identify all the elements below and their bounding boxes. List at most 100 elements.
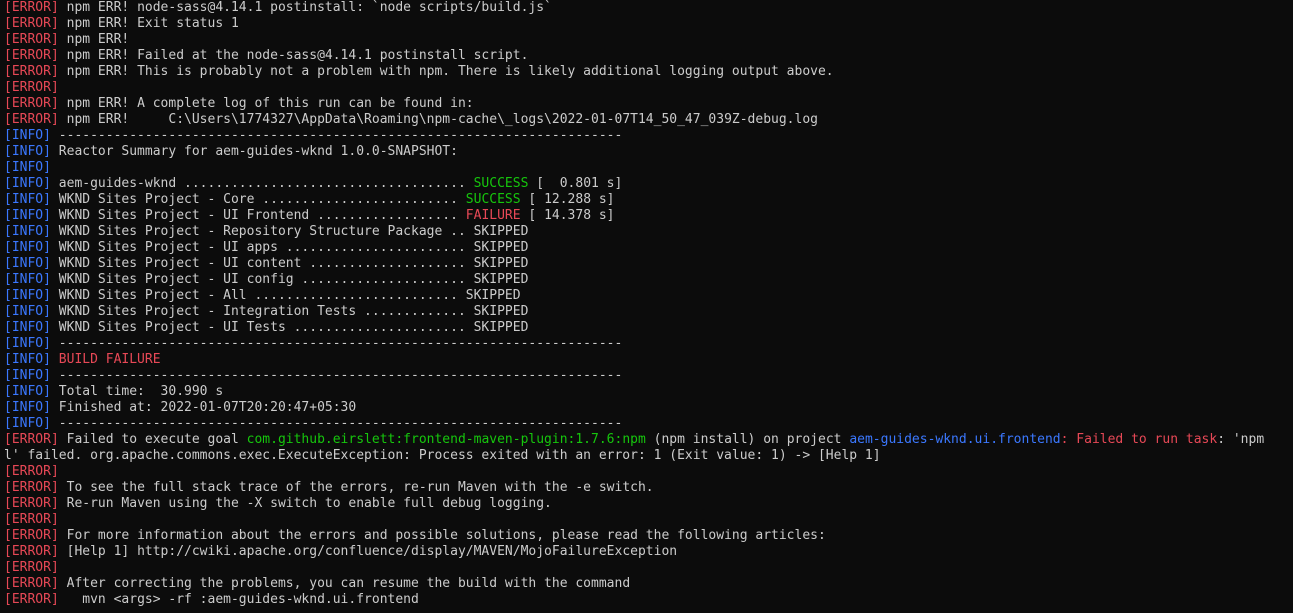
terminal-line: [ERROR] Re-run Maven using the -X switch… xyxy=(4,496,1293,512)
terminal-line: [INFO] WKND Sites Project - Repository S… xyxy=(4,224,1293,240)
terminal-line: [ERROR] To see the full stack trace of t… xyxy=(4,480,1293,496)
log-level-tag: [INFO] xyxy=(4,336,51,351)
terminal-line: [INFO] ---------------------------------… xyxy=(4,368,1293,384)
log-level-tag: [ERROR] xyxy=(4,496,59,511)
line-text: npm ERR! A complete log of this run can … xyxy=(58,96,474,111)
terminal-line: [ERROR] xyxy=(4,464,1293,480)
terminal-line: [INFO] WKND Sites Project - UI config ..… xyxy=(4,272,1293,288)
line-text: Re-run Maven using the -X switch to enab… xyxy=(58,496,552,511)
line-text: [ 14.378 s] xyxy=(520,208,615,223)
log-level-tag: [ERROR] xyxy=(4,32,59,47)
line-text: aem-guides-wknd ........................… xyxy=(50,176,474,191)
log-level-tag: [INFO] xyxy=(4,240,51,255)
terminal-line: [ERROR] npm ERR! C:\Users\1774327\AppDat… xyxy=(4,112,1293,128)
log-level-tag: [INFO] xyxy=(4,288,51,303)
terminal-line: [INFO] WKND Sites Project - UI Frontend … xyxy=(4,208,1293,224)
log-level-tag: [ERROR] xyxy=(4,16,59,31)
line-text: Failed to execute goal xyxy=(58,432,247,447)
log-level-tag: [INFO] xyxy=(4,272,51,287)
log-level-tag: [ERROR] xyxy=(4,432,59,447)
log-level-tag: [INFO] xyxy=(4,320,51,335)
line-text: WKND Sites Project - Repository Structur… xyxy=(50,224,529,239)
log-level-tag: [ERROR] xyxy=(4,560,59,575)
status-success-text: SUCCESS xyxy=(465,192,521,207)
terminal-line: [INFO] WKND Sites Project - All ........… xyxy=(4,288,1293,304)
line-text: WKND Sites Project - Integration Tests .… xyxy=(50,304,529,319)
line-text: Finished at: 2022-01-07T20:20:47+05:30 xyxy=(50,400,357,415)
log-level-tag: [INFO] xyxy=(4,176,51,191)
log-level-tag: [INFO] xyxy=(4,144,51,159)
line-text: (npm install) on project xyxy=(645,432,850,447)
log-level-tag: [INFO] xyxy=(4,384,51,399)
highlight-text: aem-guides-wknd.ui.frontend xyxy=(849,432,1061,447)
log-level-tag: [ERROR] xyxy=(4,480,59,495)
terminal-line: [INFO] WKND Sites Project - UI apps ....… xyxy=(4,240,1293,256)
log-level-tag: [ERROR] xyxy=(4,576,59,591)
terminal-line: [INFO] BUILD FAILURE xyxy=(4,352,1293,368)
line-text: WKND Sites Project - UI config .........… xyxy=(50,272,529,287)
status-error-text: : Failed to run task xyxy=(1060,432,1218,447)
terminal-line: [ERROR] npm ERR! This is probably not a … xyxy=(4,64,1293,80)
terminal-line: [ERROR] npm ERR! Failed at the node-sass… xyxy=(4,48,1293,64)
line-text: WKND Sites Project - UI Tests ..........… xyxy=(50,320,529,335)
log-level-tag: [ERROR] xyxy=(4,592,59,607)
terminal-line: [INFO] ---------------------------------… xyxy=(4,336,1293,352)
log-level-tag: [ERROR] xyxy=(4,512,59,527)
terminal-line: [INFO] WKND Sites Project - UI content .… xyxy=(4,256,1293,272)
line-text: ----------------------------------------… xyxy=(50,128,623,143)
line-text: npm ERR! This is probably not a problem … xyxy=(58,64,834,79)
line-text: npm ERR! Failed at the node-sass@4.14.1 … xyxy=(58,48,529,63)
log-level-tag: [INFO] xyxy=(4,352,51,367)
log-level-tag: [INFO] xyxy=(4,304,51,319)
log-level-tag: [INFO] xyxy=(4,368,51,383)
log-level-tag: [INFO] xyxy=(4,208,51,223)
terminal-line: [INFO] Finished at: 2022-01-07T20:20:47+… xyxy=(4,400,1293,416)
log-level-tag: [ERROR] xyxy=(4,64,59,79)
terminal-line: [INFO] aem-guides-wknd .................… xyxy=(4,176,1293,192)
terminal-line: [INFO] Total time: 30.990 s xyxy=(4,384,1293,400)
terminal-line: [ERROR] Failed to execute goal com.githu… xyxy=(4,432,1293,448)
terminal-line: [INFO] ---------------------------------… xyxy=(4,416,1293,432)
terminal-line: [ERROR] xyxy=(4,512,1293,528)
log-level-tag: [INFO] xyxy=(4,160,51,175)
terminal-line: [INFO] ---------------------------------… xyxy=(4,128,1293,144)
line-text: WKND Sites Project - All ...............… xyxy=(50,288,521,303)
log-level-tag: [ERROR] xyxy=(4,0,59,15)
terminal-line: [ERROR] npm ERR! node-sass@4.14.1 postin… xyxy=(4,0,1293,16)
line-text: Total time: 30.990 s xyxy=(50,384,224,399)
status-success-text: com.github.eirslett:frontend-maven-plugi… xyxy=(246,432,646,447)
terminal-line: [ERROR] After correcting the problems, y… xyxy=(4,576,1293,592)
terminal-line: [INFO] xyxy=(4,160,1293,176)
log-level-tag: [ERROR] xyxy=(4,528,59,543)
status-success-text: SUCCESS xyxy=(473,176,529,191)
status-error-text: FAILURE xyxy=(465,208,521,223)
line-text: npm ERR! Exit status 1 xyxy=(58,16,239,31)
line-text: ----------------------------------------… xyxy=(50,368,623,383)
line-text: ----------------------------------------… xyxy=(50,416,623,431)
line-text: WKND Sites Project - UI content ........… xyxy=(50,256,529,271)
line-text: l' failed. org.apache.commons.exec.Execu… xyxy=(4,448,881,463)
line-text: mvn <args> -rf :aem-guides-wknd.ui.front… xyxy=(58,592,419,607)
terminal-line: [INFO] WKND Sites Project - Core .......… xyxy=(4,192,1293,208)
log-level-tag: [ERROR] xyxy=(4,48,59,63)
terminal-line: [ERROR] For more information about the e… xyxy=(4,528,1293,544)
terminal-line: [ERROR] xyxy=(4,560,1293,576)
line-text: To see the full stack trace of the error… xyxy=(58,480,654,495)
line-text: npm ERR! xyxy=(58,32,130,47)
line-text: ----------------------------------------… xyxy=(50,336,623,351)
log-level-tag: [INFO] xyxy=(4,192,51,207)
terminal-line: [INFO] Reactor Summary for aem-guides-wk… xyxy=(4,144,1293,160)
terminal-line: [ERROR] mvn <args> -rf :aem-guides-wknd.… xyxy=(4,592,1293,608)
line-text: Reactor Summary for aem-guides-wknd 1.0.… xyxy=(50,144,458,159)
log-level-tag: [INFO] xyxy=(4,400,51,415)
status-error-text: BUILD FAILURE xyxy=(50,352,161,367)
log-level-tag: [INFO] xyxy=(4,416,51,431)
terminal-line: [ERROR] npm ERR! Exit status 1 xyxy=(4,16,1293,32)
line-text: [ 0.801 s] xyxy=(528,176,623,191)
terminal-output[interactable]: [ERROR] npm ERR! node-sass@4.14.1 postin… xyxy=(0,0,1293,613)
log-level-tag: [ERROR] xyxy=(4,80,59,95)
line-text: For more information about the errors an… xyxy=(58,528,826,543)
log-level-tag: [ERROR] xyxy=(4,96,59,111)
log-level-tag: [INFO] xyxy=(4,256,51,271)
log-level-tag: [ERROR] xyxy=(4,112,59,127)
